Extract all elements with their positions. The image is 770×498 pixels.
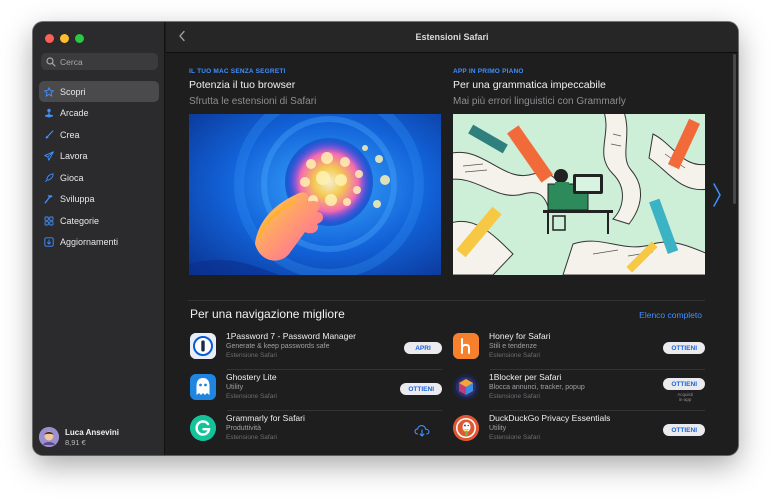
close-button[interactable] <box>45 34 54 43</box>
feature-headline: Per una grammatica impeccabile <box>453 79 606 91</box>
sidebar-item-sviluppa[interactable]: Sviluppa <box>39 189 159 210</box>
sidebar-item-gioca[interactable]: Gioca <box>39 167 159 188</box>
user-account[interactable]: Luca Ansevini 8,91 € <box>39 427 119 447</box>
scrollbar[interactable] <box>733 54 736 204</box>
feature-subtitle: Mai più errori linguistici con Grammarly <box>453 96 626 107</box>
row-divider <box>490 410 705 411</box>
get-button[interactable]: OTTIENI <box>663 378 705 390</box>
open-button[interactable]: APRI <box>404 342 442 354</box>
grammarly-icon <box>190 415 216 441</box>
sidebar: Cerca Scopri Arcade Crea Lavora Gioca Sv… <box>33 22 165 455</box>
row-divider <box>227 369 442 370</box>
toolbar: Estensioni Safari <box>166 22 738 53</box>
in-app-purchases-note: Acquisti in-app <box>677 392 693 402</box>
zoom-button[interactable] <box>75 34 84 43</box>
row-divider <box>227 410 442 411</box>
brush-icon <box>45 129 54 139</box>
app-name: Ghostery Lite <box>226 372 277 382</box>
sidebar-item-label: Gioca <box>60 172 84 183</box>
sidebar-item-label: Arcade <box>60 108 89 118</box>
feature-card-grammarly[interactable]: APP IN PRIMO PIANO Per una grammatica im… <box>453 68 705 275</box>
page-title: Estensioni Safari <box>415 32 489 42</box>
get-button[interactable]: OTTIENI <box>663 424 705 436</box>
duckduckgo-icon <box>453 415 479 441</box>
see-all-link[interactable]: Elenco completo <box>639 310 702 320</box>
app-name: DuckDuckGo Privacy Essentials <box>489 413 611 423</box>
sidebar-item-label: Categorie <box>60 215 100 226</box>
grid-icon <box>44 216 54 225</box>
search-input[interactable]: Cerca <box>41 53 158 70</box>
download-icon <box>44 237 54 247</box>
star-icon <box>44 86 54 97</box>
minimize-button[interactable] <box>60 34 69 43</box>
blocker-icon <box>453 374 479 400</box>
cloud-download-icon[interactable] <box>414 424 430 437</box>
rocket-icon <box>44 172 54 182</box>
user-balance: 8,91 € <box>65 437 86 447</box>
app-name: Grammarly for Safari <box>226 413 305 423</box>
sidebar-item-label: Sviluppa <box>60 194 95 204</box>
hammer-icon <box>44 195 53 204</box>
sidebar-item-lavora[interactable]: Lavora <box>39 146 159 167</box>
chevron-right-icon[interactable] <box>712 182 722 208</box>
1password-icon <box>190 333 216 359</box>
app-row-1blocker[interactable]: 1Blocker per Safari Blocca annunci, trac… <box>453 372 705 409</box>
sidebar-nav: Scopri Arcade Crea Lavora Gioca Sviluppa <box>39 81 159 253</box>
user-name: Luca Ansevini <box>65 427 119 437</box>
search-placeholder: Cerca <box>60 56 83 67</box>
section-title: Per una navigazione migliore <box>190 307 345 321</box>
sidebar-item-label: Aggiornamenti <box>60 237 119 247</box>
feature-artwork-grammarly <box>453 114 705 275</box>
honey-icon <box>453 333 479 359</box>
main-content: Estensioni Safari IL TUO MAC SENZA SEGRE… <box>166 22 738 455</box>
app-category: Produttività <box>226 425 262 432</box>
app-row-ghostery[interactable]: Ghostery Lite Utility Estensione Safari … <box>190 372 442 409</box>
sidebar-item-label: Scopri <box>60 86 86 97</box>
sidebar-item-crea[interactable]: Crea <box>39 124 159 145</box>
app-row-grammarly[interactable]: Grammarly for Safari Produttività Estens… <box>190 413 442 450</box>
app-type: Estensione Safari <box>226 434 277 441</box>
app-window: Cerca Scopri Arcade Crea Lavora Gioca Sv… <box>33 22 738 455</box>
feature-headline: Potenzia il tuo browser <box>189 79 296 91</box>
ghost-icon <box>190 374 216 400</box>
feature-subtitle: Sfrutta le estensioni di Safari <box>189 96 317 107</box>
sidebar-item-label: Lavora <box>60 151 88 161</box>
paperplane-icon <box>44 151 54 161</box>
app-row-honey[interactable]: Honey for Safari Stili e tendenze Estens… <box>453 331 705 368</box>
back-button[interactable] <box>178 30 186 45</box>
search-icon <box>46 56 56 67</box>
feature-artwork-browser <box>189 114 441 275</box>
sidebar-item-scopri[interactable]: Scopri <box>39 81 159 102</box>
sidebar-item-aggiornamenti[interactable]: Aggiornamenti <box>39 232 159 253</box>
chevron-left-icon <box>179 30 185 42</box>
app-type: Estensione Safari <box>489 393 540 400</box>
sidebar-item-arcade[interactable]: Arcade <box>39 103 159 124</box>
section-divider <box>188 300 705 301</box>
get-button[interactable]: OTTIENI <box>400 383 442 395</box>
app-name: 1Password 7 - Password Manager <box>226 331 356 341</box>
get-button[interactable]: OTTIENI <box>663 342 705 354</box>
avatar <box>39 427 59 447</box>
app-row-1password[interactable]: 1Password 7 - Password Manager Generate … <box>190 331 442 368</box>
feature-kicker: IL TUO MAC SENZA SEGRETI <box>189 68 286 75</box>
row-divider <box>490 369 705 370</box>
feature-kicker: APP IN PRIMO PIANO <box>453 68 524 75</box>
sidebar-item-label: Crea <box>60 129 80 140</box>
window-controls <box>45 34 84 43</box>
app-row-duckduckgo[interactable]: DuckDuckGo Privacy Essentials Utility Es… <box>453 413 705 450</box>
sidebar-item-categorie[interactable]: Categorie <box>39 210 159 231</box>
joystick-icon <box>45 108 53 118</box>
app-name: Honey for Safari <box>489 331 551 341</box>
feature-card-browser[interactable]: IL TUO MAC SENZA SEGRETI Potenzia il tuo… <box>189 68 441 275</box>
